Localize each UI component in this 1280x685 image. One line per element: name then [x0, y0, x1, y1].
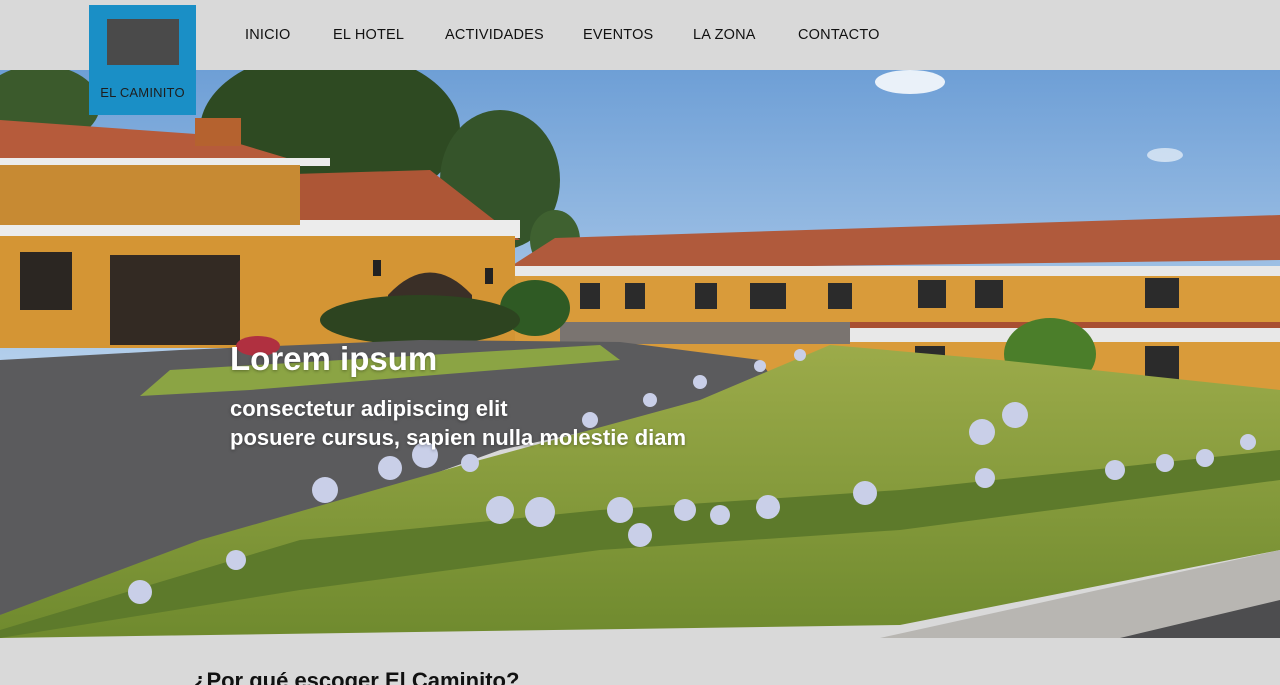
- nav-item-inicio[interactable]: INICIO: [245, 27, 291, 43]
- hero-title: Lorem ipsum: [230, 340, 438, 377]
- hero-subtitle-line-1: consectetur adipiscing elit: [230, 396, 508, 421]
- site-logo[interactable]: EL CAMINITO: [89, 5, 196, 115]
- hero-banner: [0, 70, 1280, 638]
- nav-item-la-zona[interactable]: LA ZONA: [693, 27, 756, 43]
- logo-text: EL CAMINITO: [100, 85, 185, 100]
- why-choose-section: ¿Por qué escoger El Caminito?: [0, 638, 1280, 685]
- hero-subtitle: consectetur adipiscing elit posuere curs…: [230, 394, 686, 452]
- nav-item-eventos[interactable]: EVENTOS: [583, 27, 653, 43]
- nav-item-contacto[interactable]: CONTACTO: [798, 27, 880, 43]
- hero-hotel-illustration: [0, 70, 1280, 638]
- section-heading: ¿Por qué escoger El Caminito?: [193, 668, 520, 685]
- nav-item-actividades[interactable]: ACTIVIDADES: [445, 27, 544, 43]
- logo-image-icon: [107, 19, 179, 65]
- hero-subtitle-line-2: posuere cursus, sapien nulla molestie di…: [230, 425, 687, 450]
- nav-item-el-hotel[interactable]: EL HOTEL: [333, 27, 404, 43]
